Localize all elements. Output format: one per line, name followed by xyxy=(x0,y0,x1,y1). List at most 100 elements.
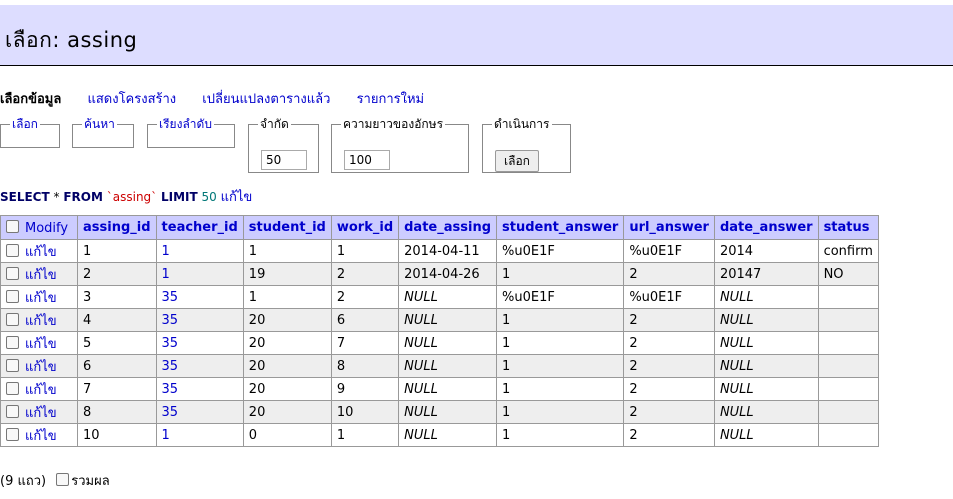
row-edit-link[interactable]: แก้ไข xyxy=(25,406,57,421)
table-cell[interactable]: 1 xyxy=(155,423,244,447)
table-cell: 8 xyxy=(77,400,157,424)
row-edit-link[interactable]: แก้ไข xyxy=(25,314,57,329)
row-edit-link[interactable]: แก้ไข xyxy=(25,268,57,283)
table-cell[interactable]: 1 xyxy=(155,239,244,263)
sql-edit-link[interactable]: แก้ไข xyxy=(221,190,253,205)
column-header-teacher-id[interactable]: teacher_id xyxy=(155,215,244,240)
sort-link[interactable]: เรียงลำดับ xyxy=(157,116,214,132)
cell-value: 2 xyxy=(336,289,346,305)
row-checkbox[interactable] xyxy=(6,266,19,280)
row-edit-link[interactable]: แก้ไข xyxy=(25,291,57,306)
table-cell: 6 xyxy=(77,354,157,378)
table-cell: 2 xyxy=(330,262,400,286)
table-cell[interactable]: 35 xyxy=(155,354,244,378)
column-header-student-id[interactable]: student_id xyxy=(242,215,332,240)
table-cell[interactable]: 35 xyxy=(155,377,244,401)
table-cell: 7 xyxy=(77,377,157,401)
foreign-key-link[interactable]: 35 xyxy=(162,405,179,420)
column-header-assing-id[interactable]: assing_id xyxy=(77,215,157,240)
row-actions: แก้ไข xyxy=(0,377,78,401)
table-row: แก้ไข 8 35 20 10 NULL 1 2 NULL xyxy=(0,400,879,424)
row-edit-link[interactable]: แก้ไข xyxy=(25,245,57,260)
select-submit-button[interactable]: เลือก xyxy=(495,150,539,172)
row-checkbox[interactable] xyxy=(6,243,19,257)
row-checkbox[interactable] xyxy=(6,289,19,303)
table-cell: 2014-04-11 xyxy=(398,239,497,263)
sql-limit-number: 50 xyxy=(201,190,217,204)
text-length-label: ความยาวของอักษร xyxy=(341,116,446,132)
cell-value: 2 xyxy=(629,312,638,328)
row-actions: แก้ไข xyxy=(0,400,78,424)
select-all-checkbox[interactable] xyxy=(6,219,19,233)
text-length-input[interactable] xyxy=(344,150,390,170)
table-cell: 7 xyxy=(330,331,400,355)
table-cell[interactable]: 35 xyxy=(155,400,244,424)
table-cell[interactable]: 35 xyxy=(155,308,244,332)
row-actions: แก้ไข xyxy=(0,308,78,332)
table-cell[interactable]: 1 xyxy=(155,262,244,286)
cell-value: 1 xyxy=(502,381,511,397)
column-header-work-id[interactable]: work_id xyxy=(330,215,400,240)
cell-value: 9 xyxy=(336,381,346,397)
row-checkbox[interactable] xyxy=(6,335,19,349)
foreign-key-link[interactable]: 1 xyxy=(162,267,170,282)
table-cell: NULL xyxy=(398,308,497,332)
cell-value: %u0E1F xyxy=(629,289,683,305)
cell-value: NULL xyxy=(719,358,754,374)
column-header-status[interactable]: status xyxy=(817,215,879,240)
aggregate-checkbox[interactable] xyxy=(56,473,70,486)
cell-value: 1 xyxy=(336,427,346,443)
results-table: Modify assing_id teacher_id student_id w… xyxy=(0,215,879,447)
row-checkbox[interactable] xyxy=(6,358,19,372)
cell-value: 2 xyxy=(629,381,638,397)
select-columns-link[interactable]: เลือก xyxy=(10,116,40,132)
foreign-key-link[interactable]: 35 xyxy=(162,336,179,351)
row-checkbox[interactable] xyxy=(6,404,19,418)
menu-alter-table[interactable]: เปลี่ยนแปลงตารางแล้ว xyxy=(202,88,330,109)
column-header-student-answer[interactable]: student_answer xyxy=(495,215,625,240)
foreign-key-link[interactable]: 35 xyxy=(162,313,179,328)
table-cell: 20 xyxy=(242,331,332,355)
column-header-date-assing[interactable]: date_assing xyxy=(398,215,497,240)
foreign-key-link[interactable]: 35 xyxy=(162,382,179,397)
modify-link[interactable]: Modify xyxy=(25,221,68,236)
cell-value: confirm xyxy=(823,243,873,259)
aggregate-label[interactable]: รวมผล xyxy=(71,474,109,489)
row-checkbox[interactable] xyxy=(6,312,19,326)
cell-value: 8 xyxy=(336,358,346,374)
foreign-key-link[interactable]: 1 xyxy=(162,428,170,443)
row-count: (9 แถว) xyxy=(0,474,47,489)
row-edit-link[interactable]: แก้ไข xyxy=(25,429,57,444)
row-edit-link[interactable]: แก้ไข xyxy=(25,383,57,398)
row-edit-link[interactable]: แก้ไข xyxy=(25,360,57,375)
foreign-key-link[interactable]: 35 xyxy=(162,359,179,374)
table-row: แก้ไข 10 1 0 1 NULL 1 2 NULL xyxy=(0,423,879,447)
table-cell: 2 xyxy=(623,377,715,401)
foreign-key-link[interactable]: 1 xyxy=(162,244,170,259)
menu-new-item[interactable]: รายการใหม่ xyxy=(357,88,425,109)
limit-input[interactable] xyxy=(261,150,307,170)
table-cell: 1 xyxy=(495,423,625,447)
table-cell: 6 xyxy=(330,308,400,332)
table-cell: 1 xyxy=(495,377,625,401)
row-checkbox[interactable] xyxy=(6,381,19,395)
column-header-url-answer[interactable]: url_answer xyxy=(623,215,715,240)
menu-browse: เลือกข้อมูล xyxy=(0,92,62,107)
table-cell[interactable]: 35 xyxy=(155,285,244,309)
cell-value: NO xyxy=(823,266,844,282)
search-link[interactable]: ค้นหา xyxy=(82,116,117,132)
cell-value: 1 xyxy=(502,427,511,443)
column-header-date-answer[interactable]: date_answer xyxy=(713,215,819,240)
menu-structure[interactable]: แสดงโครงสร้าง xyxy=(87,88,176,109)
table-cell: 3 xyxy=(77,285,157,309)
action-fieldset: ดำเนินการ เลือก xyxy=(482,116,571,173)
foreign-key-link[interactable]: 35 xyxy=(162,290,179,305)
table-cell: NULL xyxy=(713,354,819,378)
table-cell: 1 xyxy=(495,400,625,424)
row-checkbox[interactable] xyxy=(6,427,19,441)
table-cell[interactable]: 35 xyxy=(155,331,244,355)
cell-value: 19 xyxy=(248,266,266,282)
cell-value: 7 xyxy=(336,335,346,351)
table-cell: confirm xyxy=(817,239,879,263)
row-edit-link[interactable]: แก้ไข xyxy=(25,337,57,352)
